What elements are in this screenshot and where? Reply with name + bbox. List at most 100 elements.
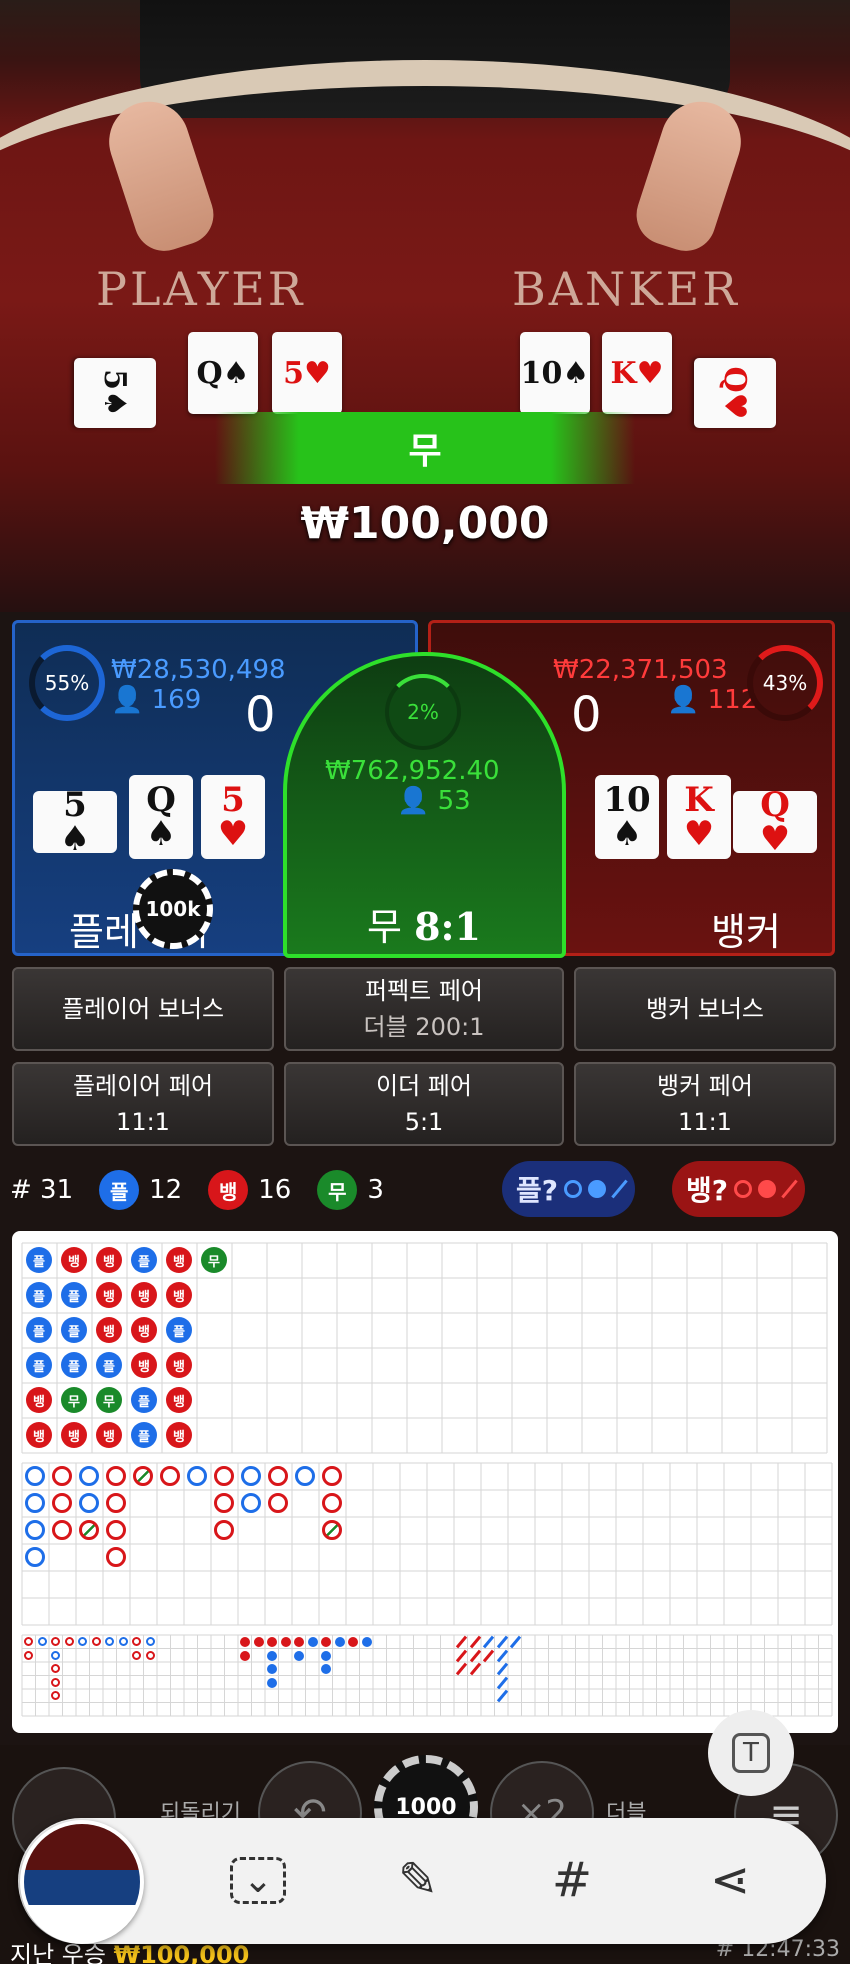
table-banker-card-2: K ♥ — [602, 332, 672, 414]
table-banker-card-3: Q ♥ — [694, 358, 776, 428]
small-road-cell — [294, 1650, 304, 1661]
bead-road-cell: 뱅 — [96, 1247, 122, 1273]
big-road-cell — [106, 1520, 126, 1540]
big-road-cell — [25, 1493, 45, 1513]
small-road-cell — [267, 1650, 277, 1661]
bead-road-cell: 뱅 — [166, 1422, 192, 1448]
big-road-cell — [322, 1466, 342, 1486]
small-road-cell — [267, 1677, 277, 1688]
banker-percent-ring: 43% — [747, 645, 823, 721]
bead-road-cell: 플 — [61, 1317, 87, 1343]
player-predict-button[interactable]: 플? — [502, 1161, 636, 1217]
bead-road-cell: 플 — [131, 1422, 157, 1448]
big-road-cell — [79, 1493, 99, 1513]
bead-road-cell: 뱅 — [26, 1422, 52, 1448]
round-stats: # 31 플 12 뱅 16 무 3 — [10, 1168, 384, 1212]
big-road-cell — [187, 1466, 207, 1486]
small-road-cell — [334, 1637, 345, 1647]
person-icon: 👤 — [667, 685, 700, 715]
big-eye-road-cell — [37, 1637, 47, 1646]
player-percent: 55% — [44, 671, 90, 695]
banker-stat-icon: 뱅 — [208, 1170, 249, 1210]
big-road-cell — [79, 1520, 99, 1540]
table-banker-label: BANKER — [512, 262, 740, 316]
big-eye-road-cell — [51, 1664, 60, 1673]
big-road-cell — [295, 1466, 315, 1486]
bead-road-cell: 플 — [131, 1387, 157, 1413]
banker-pair-button[interactable]: 뱅커 페어 11:1 — [574, 1062, 836, 1146]
big-road-cell — [214, 1520, 234, 1540]
screenshot-thumbnail[interactable] — [20, 1820, 144, 1944]
banker-bonus-button[interactable]: 뱅커 보너스 — [574, 967, 836, 1051]
dot-predict-icon — [588, 1180, 607, 1198]
banker-card-1: 10 ♠ — [595, 775, 659, 859]
big-eye-road-cell — [51, 1650, 60, 1660]
share-icon: ⋖ — [709, 1852, 751, 1908]
share-button[interactable]: ⋖ — [698, 1848, 762, 1912]
ring-predict-icon — [734, 1180, 753, 1198]
bead-road-cell: 플 — [131, 1247, 157, 1273]
banker-score: 0 — [571, 687, 602, 743]
person-icon: 👤 — [397, 786, 430, 816]
big-eye-road-cell — [78, 1637, 87, 1646]
big-road-cell — [52, 1466, 72, 1486]
big-eye-road-cell — [145, 1637, 155, 1646]
small-road-cell — [240, 1650, 250, 1661]
player-total-amount: ₩28,530,498 — [111, 655, 286, 685]
bead-road-cell: 플 — [26, 1282, 52, 1308]
bead-road-cell: 뱅 — [96, 1422, 122, 1448]
bead-road-cell: 플 — [61, 1352, 87, 1378]
big-eye-road-cell — [145, 1650, 155, 1660]
bead-road-cell: 뱅 — [131, 1352, 157, 1378]
tie-percent-ring: 2% — [385, 674, 461, 750]
bead-road-cell: 뱅 — [166, 1387, 192, 1413]
bead-road-cell: 뱅 — [131, 1317, 157, 1343]
big-eye-road-cell — [51, 1637, 60, 1646]
player-bonus-button[interactable]: 플레이어 보너스 — [12, 967, 274, 1051]
big-road-cell — [268, 1466, 288, 1486]
player-pair-button[interactable]: 플레이어 페어 11:1 — [12, 1062, 274, 1146]
small-road-cell — [348, 1637, 358, 1647]
player-card-1: 5 ♠ — [33, 788, 117, 856]
player-card-2: Q ♠ — [129, 775, 193, 859]
big-road-cell — [322, 1520, 342, 1540]
banker-percent: 43% — [762, 671, 808, 695]
tag-button[interactable]: # — [540, 1848, 604, 1912]
text-extract-button[interactable]: T — [708, 1710, 794, 1796]
small-road-cell — [240, 1637, 250, 1647]
big-road-cell — [214, 1466, 234, 1486]
live-dealer-video: PLAYER BANKER 5 ♠ Q ♠ 5 ♥ 10 ♠ K ♥ Q ♥ 무 ₩100,… — [0, 0, 850, 612]
bead-road-cell: 플 — [26, 1247, 52, 1273]
player-percent-ring: 55% — [29, 645, 105, 721]
big-road-cell — [214, 1493, 234, 1513]
bead-road-cell: 뱅 — [61, 1422, 87, 1448]
big-road-cell — [241, 1466, 261, 1486]
placed-chip[interactable]: 100k — [133, 869, 213, 949]
small-road-cell — [321, 1664, 331, 1674]
perfect-pair-button[interactable]: 퍼펙트 페어 더블 200:1 — [284, 967, 564, 1051]
banker-predict-button[interactable]: 뱅? — [672, 1161, 806, 1217]
bead-road-cell: 뱅 — [26, 1387, 52, 1413]
edit-button[interactable]: ✎ — [386, 1848, 450, 1912]
player-score: 0 — [245, 687, 276, 743]
small-road-cell — [267, 1664, 277, 1674]
bead-road-cell: 뱅 — [166, 1282, 192, 1308]
tie-total-amount: ₩762,952.40 — [325, 756, 500, 786]
small-road-cell — [361, 1637, 372, 1647]
scoreboard-roads: 플플플플뱅뱅뱅플플플무뱅뱅뱅뱅플무뱅플뱅뱅뱅플플뱅뱅플뱅뱅뱅무 — [12, 1231, 838, 1733]
scroll-capture-button[interactable]: ⌄ — [226, 1848, 290, 1912]
big-eye-road-cell — [105, 1637, 114, 1646]
small-road-cell — [321, 1650, 331, 1661]
scroll-capture-icon: ⌄ — [229, 1856, 287, 1904]
bead-road-cell: 플 — [26, 1352, 52, 1378]
slash-predict-icon — [611, 1179, 628, 1199]
person-icon: 👤 — [111, 685, 144, 715]
bead-road-cell: 뱅 — [166, 1352, 192, 1378]
big-road-cell — [160, 1466, 180, 1486]
big-road-cell — [106, 1493, 126, 1513]
tie-bettor-count: 👤 53 — [397, 786, 471, 816]
tie-bet-area[interactable]: 2% ₩762,952.40 👤 53 무 8:1 — [283, 652, 566, 958]
bead-road-cell: 무 — [61, 1387, 87, 1413]
big-eye-road-cell — [91, 1637, 101, 1646]
either-pair-button[interactable]: 이더 페어 5:1 — [284, 1062, 564, 1146]
